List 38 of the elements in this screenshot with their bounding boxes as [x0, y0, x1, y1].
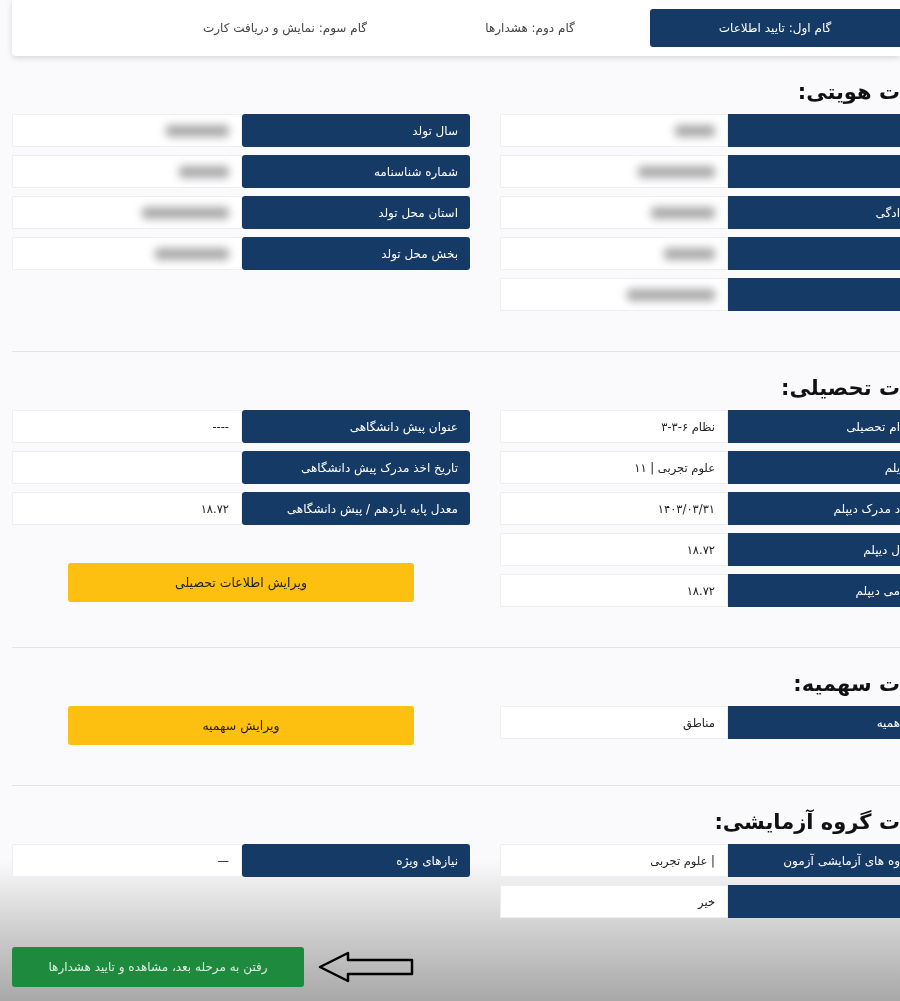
edit-button[interactable]: ویرایش سهمیه	[68, 706, 414, 745]
field-label: شماره شناسنامه	[242, 155, 470, 188]
value-text: ۱۸.۷۲	[686, 542, 715, 557]
field-label: ام تحصیلی	[728, 410, 900, 443]
field-label: بخش محل تولد	[242, 237, 470, 270]
value-text: نظام ۶-۳-۳	[661, 419, 715, 434]
value-text: علوم تجربی | ۱۱	[634, 460, 715, 475]
next-step-button[interactable]: رفتن به مرحله بعد، مشاهده و تایید هشدارها	[12, 947, 304, 987]
field-label: عنوان پیش دانشگاهی	[242, 410, 470, 443]
field-label: تاریخ اخذ مدرک پیش دانشگاهی	[242, 451, 470, 484]
arrow-icon	[318, 951, 414, 983]
value-text: ۱۸.۷۲	[686, 583, 715, 598]
value-text: خیر	[698, 894, 715, 909]
field-label: یلم	[728, 451, 900, 484]
value-text: —	[217, 853, 229, 868]
section-title: ت سهمیه:	[792, 672, 900, 698]
value-text: | علوم تجربی	[650, 853, 715, 868]
section-title: ت گروه آزمایشی:	[713, 810, 900, 836]
field-label: می دیپلم	[728, 574, 900, 607]
field-label: معدل پایه یازدهم / پیش دانشگاهی	[242, 492, 470, 525]
field-label: ل دیپلم	[728, 533, 900, 566]
field-label: نیازهای ویژه	[242, 844, 470, 877]
step-tab[interactable]: گام دوم: هشدارها	[410, 9, 650, 47]
field-label: همیه	[728, 706, 900, 739]
field-label: سال تولد	[242, 114, 470, 147]
value-text: مناطق	[683, 715, 715, 730]
field-label: د مدرک دیپلم	[728, 492, 900, 525]
section-title: ت هویتی:	[796, 80, 900, 106]
step-tab[interactable]: گام اول: تایید اطلاعات	[650, 9, 900, 47]
edit-button[interactable]: ویرایش اطلاعات تحصیلی	[68, 563, 414, 602]
value-text: ----	[212, 419, 229, 434]
value-text: ۱۸.۷۲	[200, 501, 229, 516]
field-label: وه های آزمایشی آزمون	[728, 844, 900, 877]
step-tab[interactable]: گام سوم: نمایش و دریافت کارت	[160, 9, 410, 47]
field-label: استان محل تولد	[242, 196, 470, 229]
value-text: ۱۴۰۳/۰۳/۳۱	[657, 501, 715, 516]
field-label: ادگی	[728, 196, 900, 229]
section-title: ت تحصیلی:	[780, 376, 900, 402]
